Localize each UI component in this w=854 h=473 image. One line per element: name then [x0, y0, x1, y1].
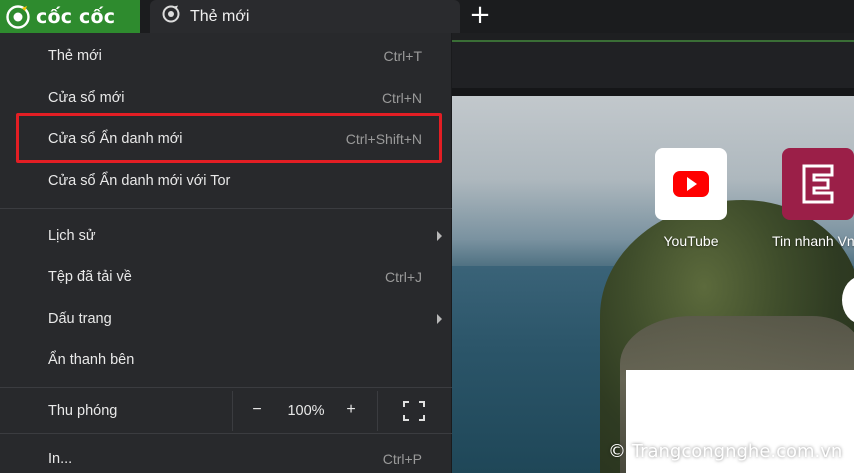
menu-item-hide-sidebar[interactable]: Ẩn thanh bên — [0, 340, 452, 380]
menu-item-label: In... — [48, 451, 73, 467]
submenu-arrow-icon — [437, 231, 442, 241]
coccoc-menu-button[interactable]: cốc cốc — [0, 0, 140, 33]
tab-new-tab[interactable]: Thẻ mới — [150, 0, 460, 33]
menu-item-label: Tệp đã tải về — [48, 269, 132, 285]
menu-item-shortcut: Ctrl+N — [381, 90, 422, 106]
menu-item-label: Dấu trang — [48, 311, 112, 327]
menu-item-label: Cửa sổ Ẩn danh mới với Tor — [48, 173, 231, 189]
address-toolbar — [452, 40, 854, 88]
toolbar-divider — [452, 88, 854, 96]
menu-item-history[interactable]: Lịch sử — [0, 216, 452, 256]
menu-item-new-window[interactable]: Cửa sổ mới Ctrl+N — [0, 78, 452, 118]
menu-item-print[interactable]: In... Ctrl+P — [0, 439, 452, 473]
tab-strip: cốc cốc Thẻ mới + — [0, 0, 854, 33]
menu-item-shortcut: Ctrl+J — [385, 269, 422, 285]
menu-item-shortcut: Ctrl+P — [382, 451, 422, 467]
fullscreen-icon — [403, 401, 425, 421]
menu-separator — [0, 387, 452, 388]
shortcut-youtube[interactable]: YouTube — [636, 148, 746, 249]
menu-item-label: Thẻ mới — [48, 48, 102, 64]
highlight-annotation-box — [16, 113, 442, 163]
zoom-in-button[interactable]: + — [336, 391, 366, 431]
submenu-arrow-icon — [437, 314, 442, 324]
youtube-icon — [655, 148, 727, 220]
coccoc-logo-icon — [6, 4, 30, 29]
menu-item-label: Ẩn thanh bên — [48, 352, 135, 368]
zoom-level: 100% — [287, 403, 325, 419]
menu-item-shortcut: Ctrl+T — [383, 48, 423, 64]
zoom-label: Thu phóng — [48, 403, 118, 419]
zoom-divider — [377, 391, 378, 431]
shortcut-label: YouTube — [663, 233, 719, 249]
zoom-out-button[interactable]: − — [242, 391, 272, 431]
fullscreen-button[interactable] — [392, 391, 436, 431]
vnexpress-icon — [782, 148, 854, 220]
watermark: © Trangcongnghe.com.vn — [608, 441, 843, 462]
menu-item-new-tab[interactable]: Thẻ mới Ctrl+T — [0, 36, 452, 76]
menu-item-label: Lịch sử — [48, 228, 96, 244]
new-tab-page: YouTube Tin nhanh VnE — [452, 96, 854, 473]
tab-label: Thẻ mới — [190, 7, 250, 25]
menu-separator — [0, 433, 452, 434]
coccoc-tab-icon — [162, 5, 180, 28]
zoom-divider — [232, 391, 233, 431]
menu-separator — [0, 208, 452, 209]
new-tab-button[interactable]: + — [466, 0, 494, 33]
shortcut-label: Tin nhanh VnE — [771, 233, 854, 249]
menu-item-bookmarks[interactable]: Dấu trang — [0, 299, 452, 339]
menu-zoom-row: Thu phóng − 100% + — [0, 391, 452, 431]
browser-main-menu: Thẻ mới Ctrl+T Cửa sổ mới Ctrl+N Cửa sổ … — [0, 33, 452, 473]
menu-item-new-incognito-window-tor[interactable]: Cửa sổ Ẩn danh mới với Tor — [0, 161, 452, 201]
brand-name: cốc cốc — [36, 5, 116, 28]
menu-item-downloads[interactable]: Tệp đã tải về Ctrl+J — [0, 257, 452, 297]
shortcut-vnexpress[interactable]: Tin nhanh VnE — [763, 148, 854, 249]
menu-item-label: Cửa sổ mới — [48, 90, 125, 106]
